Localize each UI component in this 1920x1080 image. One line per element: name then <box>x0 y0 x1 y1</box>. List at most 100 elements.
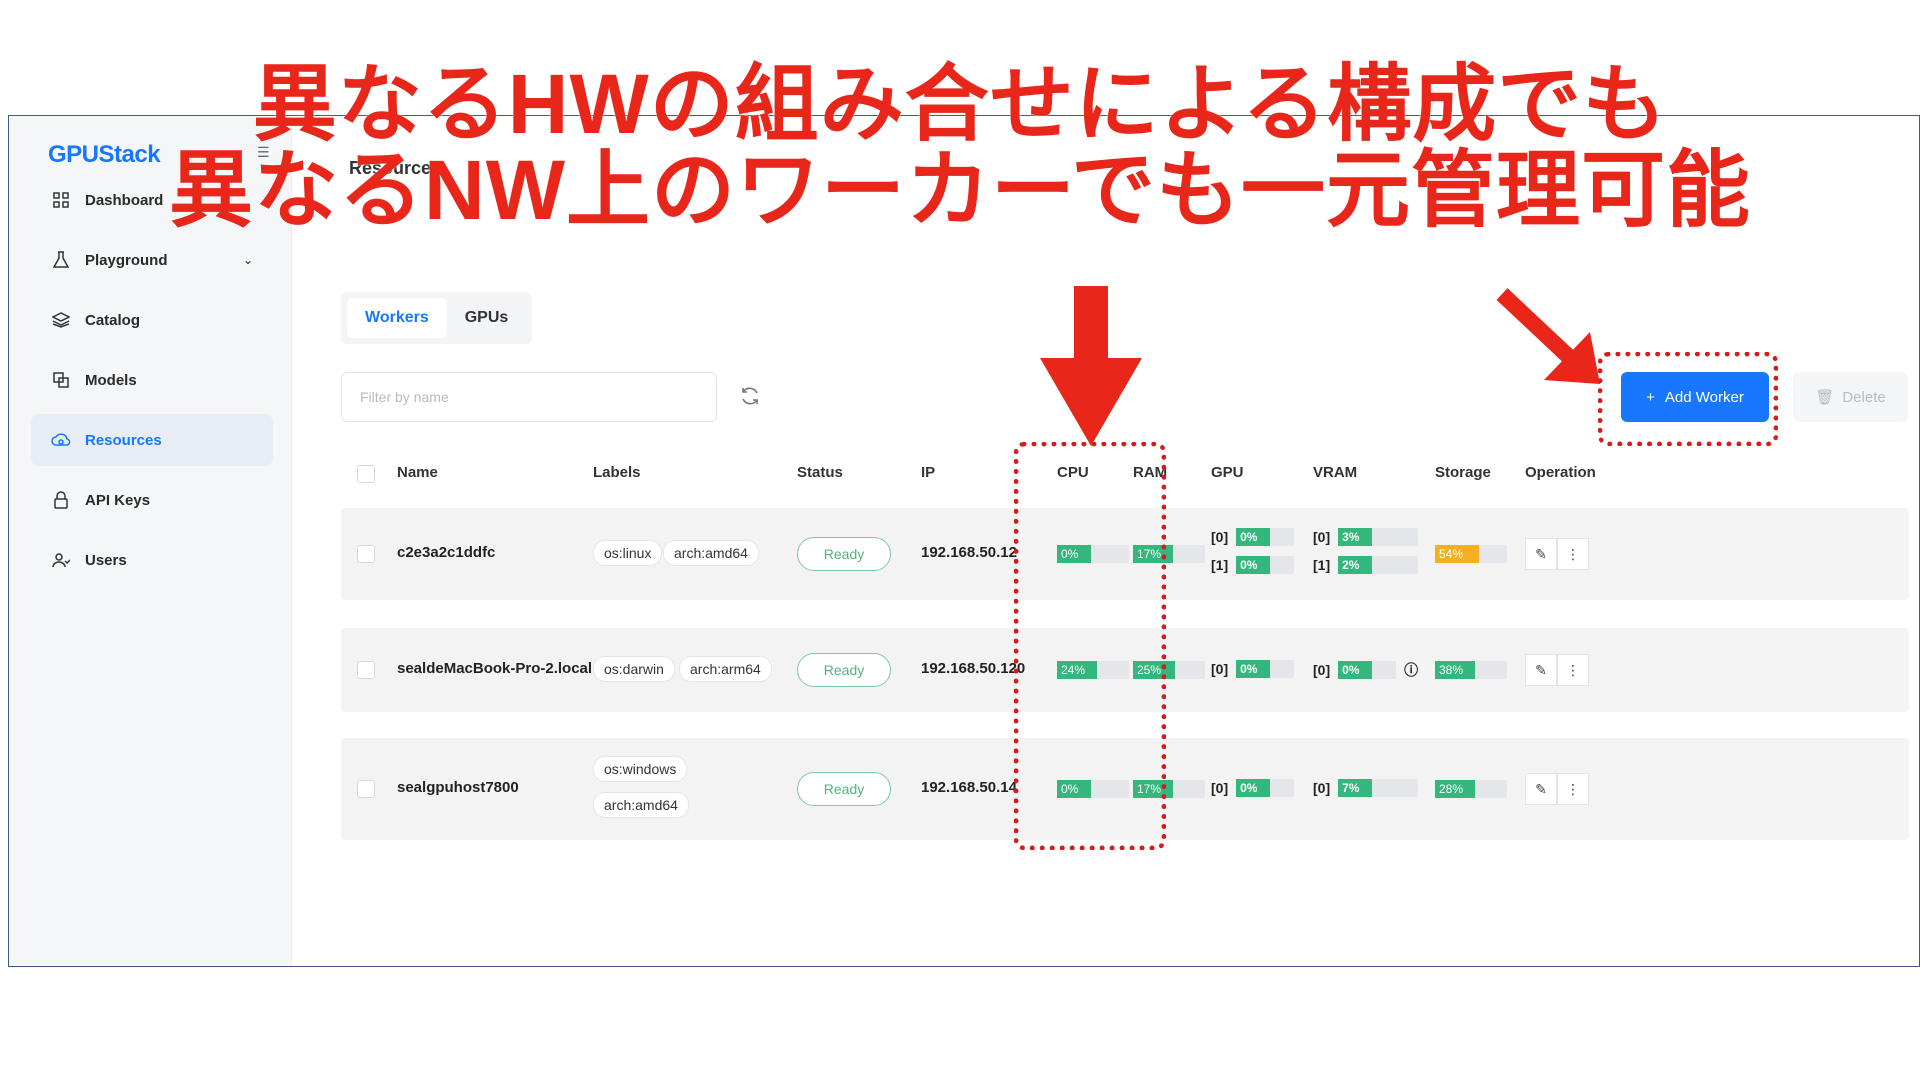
gpu-index: [1] <box>1211 557 1229 573</box>
label-tag: arch:amd64 <box>663 540 759 566</box>
sidebar-item-playground[interactable]: Playground ⌄ <box>31 234 273 286</box>
sidebar-item-models[interactable]: Models <box>31 354 273 406</box>
tab-gpus[interactable]: GPUs <box>447 298 527 338</box>
row-checkbox[interactable] <box>357 661 375 679</box>
gpu-index: [0] <box>1211 529 1229 545</box>
filter-input[interactable]: Filter by name <box>341 372 717 422</box>
edit-icon[interactable]: ✎ <box>1525 654 1557 686</box>
vram-value: 2% <box>1338 556 1373 574</box>
vram-value: 7% <box>1338 779 1373 797</box>
vram-index: [0] <box>1313 529 1331 545</box>
edit-icon[interactable]: ✎ <box>1525 538 1557 570</box>
gpu-line: [0] 0% <box>1211 660 1295 678</box>
gpu-index: [0] <box>1211 661 1229 677</box>
add-worker-highlight <box>1598 352 1778 446</box>
vram-bar: 2% <box>1338 556 1419 574</box>
col-ip[interactable]: IP <box>921 464 935 481</box>
col-gpu[interactable]: GPU <box>1211 464 1244 481</box>
gpu-line: [1] 0% <box>1211 556 1295 574</box>
trash-icon: 🗑 <box>1815 389 1835 406</box>
sidebar-item-label: Playground <box>85 251 168 269</box>
sidebar-item-label: API Keys <box>85 491 151 509</box>
gpu-value: 0% <box>1236 660 1271 678</box>
status-badge: Ready <box>797 653 891 687</box>
gpu-bar: 0% <box>1236 779 1295 797</box>
select-all-checkbox[interactable] <box>357 465 375 483</box>
row-operations: ✎ ⋮ <box>1525 538 1589 570</box>
gpu-bar: 0% <box>1236 660 1295 678</box>
more-icon[interactable]: ⋮ <box>1557 773 1589 805</box>
sidebar-item-api-keys[interactable]: API Keys <box>31 474 273 526</box>
gpu-line: [0] 0% <box>1211 779 1295 797</box>
sidebar-item-label: Users <box>85 551 127 569</box>
storage-bar: 38% <box>1435 661 1507 679</box>
storage-value: 54% <box>1435 545 1479 563</box>
annotation-line-1: 異なるHWの組み合せによる構成でも <box>252 57 1668 151</box>
sidebar-item-users[interactable]: Users <box>31 534 273 586</box>
sidebar: GPUStack ☰ Dashboard Playground ⌄ Catalo… <box>9 116 292 966</box>
flask-icon <box>51 250 71 270</box>
vram-bar: 0% <box>1338 661 1397 679</box>
annotation-line-2: 異なるNW上のワーカーでも一元管理可能 <box>169 143 1751 237</box>
vram-bar: 7% <box>1338 779 1419 797</box>
gpu-index: [0] <box>1211 780 1229 796</box>
col-vram[interactable]: VRAM <box>1313 464 1357 481</box>
gpu-value: 0% <box>1236 528 1271 546</box>
sidebar-nav: Dashboard Playground ⌄ Catalog Models Re… <box>31 174 273 594</box>
vram-line: [0] 3% <box>1313 528 1419 546</box>
layers-icon <box>51 310 71 330</box>
worker-ip: 192.168.50.14 <box>921 779 1017 796</box>
col-storage[interactable]: Storage <box>1435 464 1491 481</box>
sidebar-item-resources[interactable]: Resources <box>31 414 273 466</box>
col-name[interactable]: Name <box>397 464 438 481</box>
row-operations: ✎ ⋮ <box>1525 654 1589 686</box>
delete-button[interactable]: 🗑 Delete <box>1793 372 1908 422</box>
status-badge: Ready <box>797 537 891 571</box>
row-operations: ✎ ⋮ <box>1525 773 1589 805</box>
refresh-icon[interactable] <box>739 385 763 409</box>
vram-index: [1] <box>1313 557 1331 573</box>
row-checkbox[interactable] <box>357 780 375 798</box>
sidebar-item-label: Resources <box>85 431 162 449</box>
worker-ip: 192.168.50.12 <box>921 544 1017 561</box>
worker-name: c2e3a2c1ddfc <box>397 544 496 561</box>
tab-workers[interactable]: Workers <box>347 298 447 338</box>
chevron-down-icon[interactable]: ⌄ <box>243 253 253 267</box>
label-tag: os:darwin <box>593 656 675 682</box>
gpu-bar: 0% <box>1236 556 1295 574</box>
users-icon <box>51 550 71 570</box>
label-tag: arch:arm64 <box>679 656 772 682</box>
storage-bar: 54% <box>1435 545 1507 563</box>
sidebar-item-label: Catalog <box>85 311 141 329</box>
delete-label: Delete <box>1842 388 1886 406</box>
cloud-icon <box>51 430 71 450</box>
vram-value: 0% <box>1338 661 1373 679</box>
vram-index: [0] <box>1313 662 1331 678</box>
col-status[interactable]: Status <box>797 464 843 481</box>
edit-icon[interactable]: ✎ <box>1525 773 1557 805</box>
col-labels: Labels <box>593 464 641 481</box>
info-icon[interactable]: ⓘ <box>1404 660 1418 680</box>
sidebar-item-catalog[interactable]: Catalog <box>31 294 273 346</box>
lock-icon <box>51 490 71 510</box>
vram-value: 3% <box>1338 528 1373 546</box>
box-icon <box>51 370 71 390</box>
storage-bar: 28% <box>1435 780 1507 798</box>
vram-line: [0] 7% <box>1313 779 1419 797</box>
more-icon[interactable]: ⋮ <box>1557 538 1589 570</box>
vram-line: [0] 0% ⓘ <box>1313 660 1418 680</box>
storage-value: 38% <box>1435 661 1475 679</box>
vram-index: [0] <box>1313 780 1331 796</box>
label-tag: os:linux <box>593 540 663 566</box>
row-checkbox[interactable] <box>357 545 375 563</box>
resource-tabs: Workers GPUs <box>341 292 533 344</box>
sidebar-item-label: Models <box>85 371 137 389</box>
more-icon[interactable]: ⋮ <box>1557 654 1589 686</box>
worker-name: sealdeMacBook-Pro-2.local <box>397 660 593 677</box>
vram-bar: 3% <box>1338 528 1419 546</box>
storage-value: 28% <box>1435 780 1475 798</box>
gpu-value: 0% <box>1236 556 1271 574</box>
ip-column-highlight <box>1014 442 1166 850</box>
col-operation: Operation <box>1525 464 1596 481</box>
worker-name: sealgpuhost7800 <box>397 779 519 796</box>
